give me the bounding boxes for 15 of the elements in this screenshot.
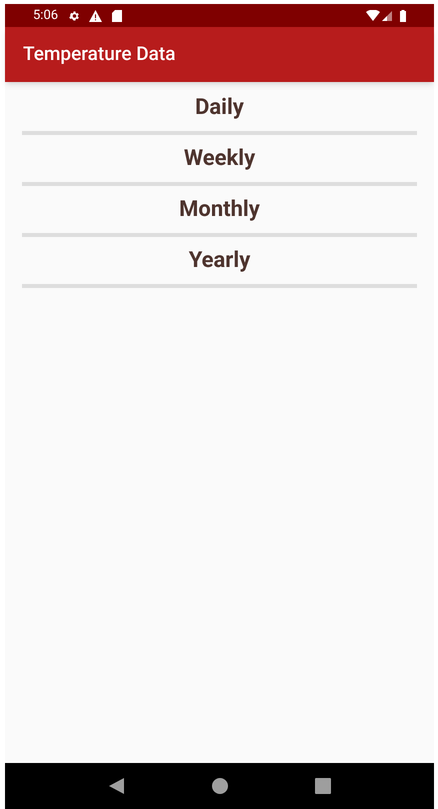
sd-card-icon (112, 10, 122, 22)
warning-icon (89, 10, 102, 22)
back-icon[interactable] (108, 778, 124, 794)
signal-icon (382, 10, 392, 20)
battery-icon (400, 10, 406, 22)
app-bar-title: Temperature Data (23, 41, 176, 68)
list-item[interactable]: Daily (22, 84, 417, 131)
recents-icon[interactable] (314, 778, 330, 794)
status-time: 5:06 (33, 6, 58, 25)
list-item[interactable]: Monthly (22, 186, 417, 233)
gear-icon (68, 10, 80, 22)
list-item[interactable]: Yearly (22, 237, 417, 284)
home-icon[interactable] (212, 778, 228, 794)
list-item[interactable]: Weekly (22, 135, 417, 182)
wifi-icon (366, 10, 380, 21)
